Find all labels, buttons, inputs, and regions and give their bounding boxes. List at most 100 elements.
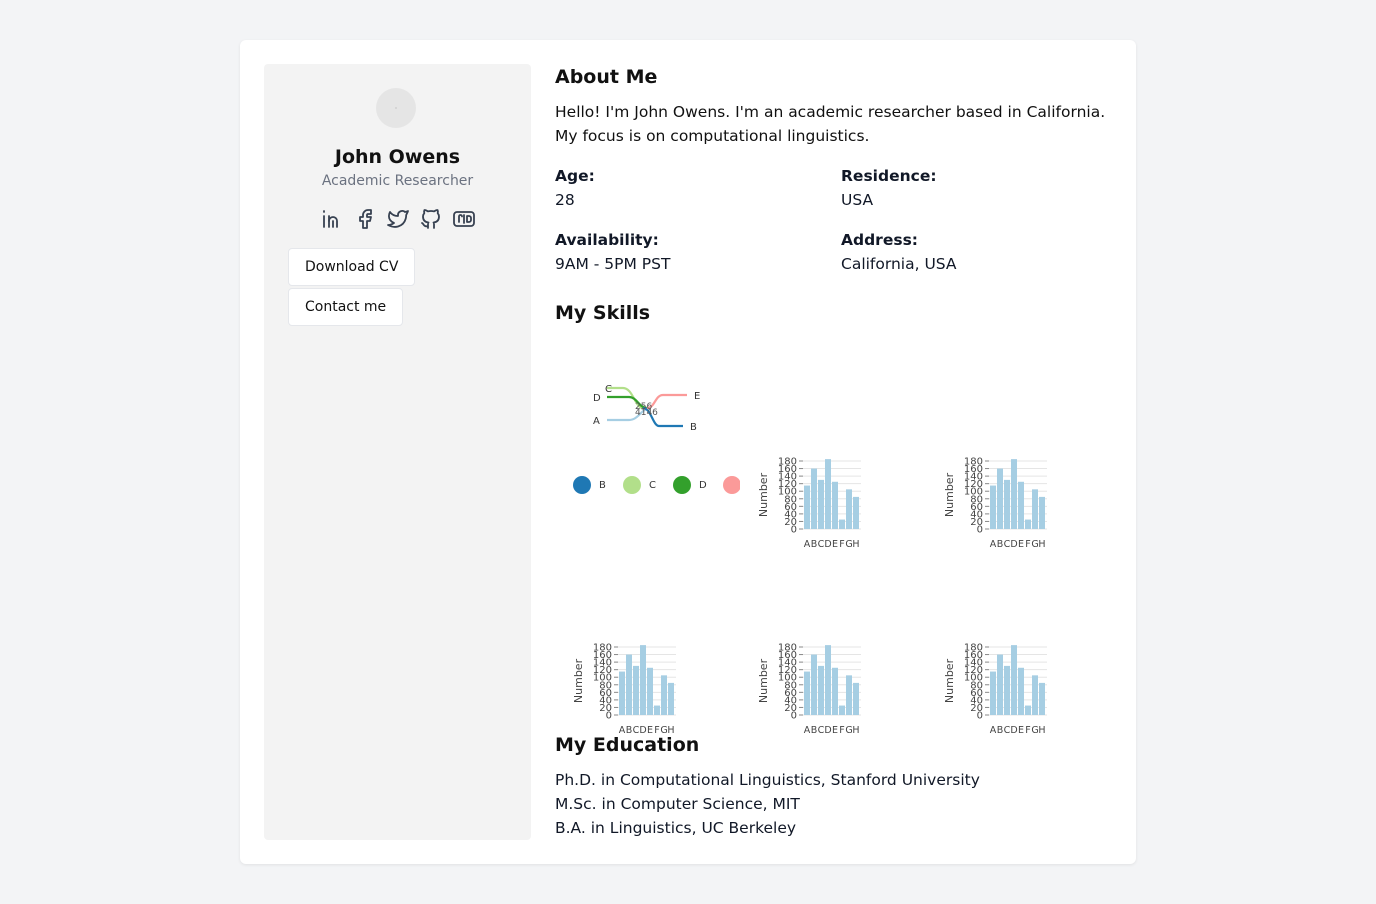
series-label-b: B [690,422,697,433]
series-label-c: C [605,384,612,395]
y-tick-label: 180 [593,643,612,654]
bar [1004,665,1010,715]
y-axis-label: Number [572,658,585,703]
bar [1018,481,1024,529]
field-value: 9AM - 5PM PST [555,255,671,273]
y-tick-label: 180 [964,643,983,654]
x-tick-label: H [852,539,859,550]
bar [853,682,859,715]
skills-bar-chart-4: 020406080100120140160180ABCDEFGHNameNumb… [757,643,861,736]
bar [997,654,1003,715]
bar [619,671,625,715]
residence-field: Residence: USA [841,164,937,212]
chart-legend: B C D [573,476,740,494]
avatar [376,88,416,128]
bar [853,496,859,529]
education-list: Ph.D. in Computational Linguistics, Stan… [555,768,980,840]
bar [668,682,674,715]
x-tick-label: F [839,725,844,736]
bar [1039,496,1045,529]
field-label: Address: [841,231,918,249]
download-cv-button[interactable]: Download CV [288,248,416,286]
x-tick-label: B [997,725,1004,736]
x-tick-label: A [804,539,811,550]
bar [990,485,996,529]
bar [825,459,831,529]
series-label-a: A [593,416,600,427]
skills-bar-chart-3: 020406080100120140160180ABCDEFGHNameNumb… [572,643,676,736]
contact-me-button[interactable]: Contact me [288,288,404,326]
skills-heading: My Skills [555,302,651,324]
education-item: M.Sc. in Computer Science, MIT [555,795,800,813]
x-tick-label: E [1018,725,1024,736]
y-tick-label: 180 [778,457,797,468]
field-value: California, USA [841,255,957,273]
y-tick-label: 180 [778,643,797,654]
skills-bar-chart-2: 020406080100120140160180ABCDEFGHNameNumb… [943,457,1047,550]
x-tick-label: B [997,539,1004,550]
bar [654,705,660,715]
education-heading: My Education [555,734,700,756]
x-tick-label: E [1018,539,1024,550]
skills-flow-chart: C D A E B 256 4146 B C D [573,384,740,494]
github-icon[interactable] [419,207,443,231]
legend-label-d: D [699,480,707,491]
bar [804,671,810,715]
about-intro: Hello! I'm John Owens. I'm an academic r… [555,103,1106,145]
bar [839,705,845,715]
skills-bar-chart-1: 020406080100120140160180ABCDEFGHNameNumb… [757,457,861,550]
bar [818,479,824,529]
bar [804,485,810,529]
series-label-d: D [593,393,601,404]
bar [1039,682,1045,715]
legend-swatch-c [623,476,641,494]
x-tick-label: B [811,725,818,736]
x-tick-label: D [824,539,831,550]
bar [626,654,632,715]
bar [661,675,667,715]
legend-swatch-e [723,476,740,494]
x-tick-label: D [824,725,831,736]
education-item: B.A. in Linguistics, UC Berkeley [555,819,797,837]
bar [1011,459,1017,529]
bar [811,654,817,715]
field-label: Age: [555,167,595,185]
x-tick-label: F [839,539,844,550]
field-label: Availability: [555,231,659,249]
x-tick-label: D [1010,539,1017,550]
profile-name: John Owens [334,146,461,168]
legend-swatch-d [673,476,691,494]
bar [846,675,852,715]
y-tick-label: 180 [964,457,983,468]
bar [990,671,996,715]
address-field: Address: California, USA [841,228,957,276]
y-axis-label: Number [943,472,956,517]
field-value: USA [841,191,874,209]
x-tick-label: H [852,725,859,736]
skills-bar-chart-5: 020406080100120140160180ABCDEFGHNameNumb… [943,643,1047,736]
bar [818,665,824,715]
bar [811,468,817,529]
bar [839,519,845,529]
bar [846,489,852,529]
field-value: 28 [555,191,575,209]
x-tick-label: A [804,725,811,736]
id-card-icon[interactable] [452,207,476,231]
bar [832,667,838,715]
x-tick-label: A [990,725,997,736]
profile-card: John Owens Academic Researcher Download … [240,40,1136,864]
legend-label-b: B [599,480,606,491]
bar [1025,705,1031,715]
x-tick-label: B [811,539,818,550]
legend-swatch-b [573,476,591,494]
y-axis-label: Number [757,658,770,703]
legend-label-c: C [649,480,656,491]
y-axis-label: Number [757,472,770,517]
y-axis-label: Number [943,658,956,703]
facebook-icon[interactable] [353,207,377,231]
bar [997,468,1003,529]
twitter-icon[interactable] [386,207,410,231]
bar [825,645,831,715]
linkedin-icon[interactable] [320,207,344,231]
field-label: Residence: [841,167,937,185]
